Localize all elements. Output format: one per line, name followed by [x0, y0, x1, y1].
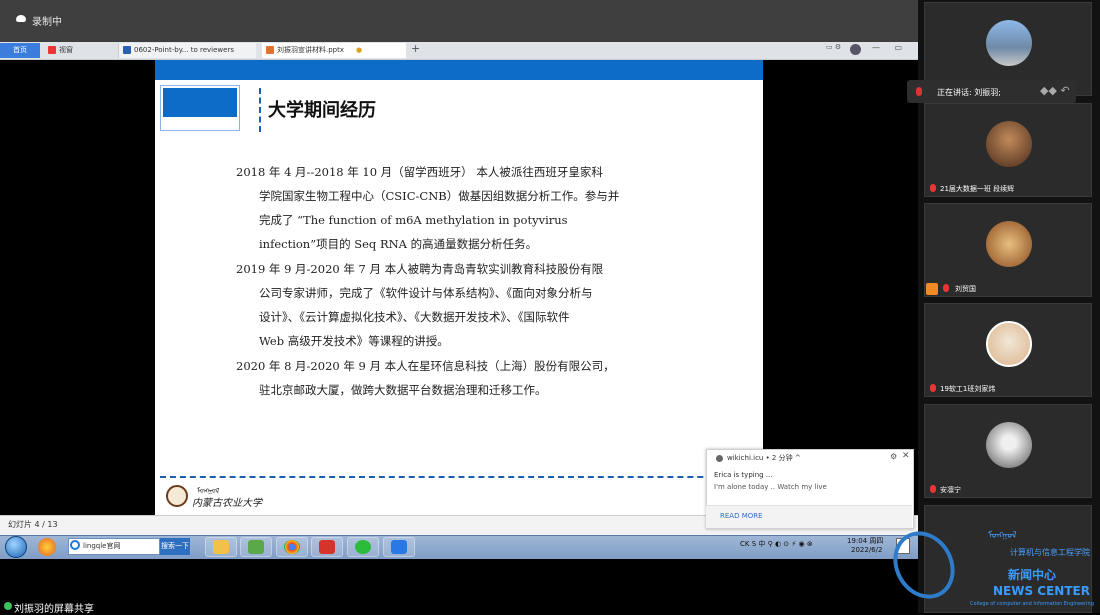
- participant-tile[interactable]: 刘贸国: [924, 203, 1092, 297]
- participant-tile[interactable]: 21届大数据一班 段续辉: [924, 103, 1092, 197]
- microphone-icon: [930, 184, 936, 192]
- close-icon[interactable]: ✕: [902, 451, 910, 461]
- notification-title: Erica is typing ...: [714, 471, 773, 479]
- avatar: [986, 221, 1032, 267]
- slide-text-line: 2020 年 8 月-2020 年 9 月 本人在星环信息科技（上海）股份有限公…: [236, 359, 615, 373]
- taskbar-app-wechat[interactable]: [347, 537, 379, 557]
- avatar: [986, 321, 1032, 367]
- tab-pptx[interactable]: 刘振羽宣讲材料.pptx ●: [262, 43, 406, 58]
- taskbar-app-meeting[interactable]: [383, 537, 415, 557]
- watermark-mongolian-script: ᠮᠣᠩᠭᠣᠯ: [988, 531, 1017, 541]
- slide-text-line: 学院国家生物工程中心（CSIC-CNB）做基因组数据分析工作。参与并: [259, 189, 620, 203]
- participant-tile[interactable]: 19软工1班刘家炜: [924, 303, 1092, 397]
- participant-name: 21届大数据一班 段续辉: [940, 185, 1015, 193]
- folder-icon: [213, 540, 229, 554]
- browser-icon[interactable]: [38, 538, 56, 556]
- gear-icon[interactable]: ⚙: [890, 452, 897, 461]
- slide-counter: 幻灯片 4 / 13: [8, 520, 58, 529]
- tab-status-dot-icon: ●: [356, 46, 363, 54]
- tab-video[interactable]: 视窗: [44, 43, 116, 58]
- read-more-button[interactable]: READ MORE: [720, 512, 763, 520]
- slide-text-line: 驻北京邮政大厦，做跨大数据平台数据治理和迁移工作。: [259, 383, 547, 397]
- wps-icon: [319, 540, 335, 554]
- slide-title: 大学期间经历: [268, 100, 376, 121]
- window-controls[interactable]: — ▭: [872, 43, 908, 52]
- recording-bar: [0, 0, 918, 42]
- bottom-banner: [0, 559, 918, 613]
- chrome-icon: [284, 540, 300, 554]
- slide-footer-divider: [160, 476, 763, 478]
- avatar: [986, 121, 1032, 167]
- taskbar-app-wps[interactable]: [311, 537, 343, 557]
- microphone-icon: [916, 87, 922, 96]
- avatar: [986, 20, 1032, 66]
- taskbar-app-notes[interactable]: [240, 537, 272, 557]
- cloud-icon: [16, 15, 26, 22]
- slide-text-line: 公司专家讲师，完成了《软件设计与体系结构》、《面向对象分析与: [259, 286, 593, 300]
- avatar: [986, 422, 1032, 468]
- meeting-icon: [391, 540, 407, 554]
- watermark-school: 计算机与信息工程学院: [1010, 548, 1090, 557]
- wechat-icon: [355, 540, 371, 554]
- slide-text-line: 设计》、《云计算虚拟化技术》、《大数据开发技术》、《国际软件: [259, 310, 570, 324]
- microphone-icon: [930, 384, 936, 392]
- watermark-subtitle: College of computer and Information Engi…: [970, 601, 1094, 607]
- tab-favicon-icon: [48, 46, 56, 54]
- search-input[interactable]: lingqle官网: [68, 538, 160, 555]
- tab-home[interactable]: 首页: [0, 43, 40, 58]
- site-icon: [716, 455, 723, 462]
- slide-text-line: 2018 年 4 月--2018 年 10 月（留学西班牙） 本人被派往西班牙皇…: [236, 165, 603, 179]
- new-tab-button[interactable]: +: [411, 42, 420, 55]
- profile-avatar[interactable]: [850, 44, 861, 55]
- recording-label: 录制中: [32, 17, 62, 28]
- hand-icon[interactable]: ◆◆ ↶: [1040, 84, 1070, 97]
- slide-text-line: 完成了 “The function of m6A methylation in …: [259, 213, 568, 227]
- slide-text-line: infection”项目的 Seq RNA 的高通量数据分析任务。: [259, 237, 538, 251]
- taskbar-app-explorer[interactable]: [205, 537, 237, 557]
- video-off-icon: [926, 283, 938, 295]
- participant-name: 安凛宁: [940, 486, 961, 494]
- notification-source: wikichi.icu • 2 分钟 ^: [727, 454, 801, 462]
- system-tray[interactable]: CK S 中 ⚲ ◐ ⊙ ⚡ ◉ ⊗: [740, 539, 813, 549]
- tab-favicon-icon: [123, 46, 131, 54]
- ie-icon: [70, 540, 80, 550]
- tab-list-icon[interactable]: ▭ ⚙: [826, 43, 841, 51]
- slide-text-line: Web 高级开发技术》等课程的讲授。: [259, 334, 449, 348]
- microphone-icon: [943, 284, 949, 292]
- share-icon: [4, 602, 12, 610]
- notification-body: I'm alone today .. Watch my live: [714, 483, 827, 491]
- participant-name: 19软工1班刘家炜: [940, 385, 996, 393]
- taskbar-app-chrome[interactable]: [276, 537, 308, 557]
- speaking-label: 正在讲话: 刘振羽;: [937, 88, 1001, 97]
- ppt-icon: [266, 46, 274, 54]
- slide-title-divider: [259, 88, 261, 132]
- university-seal-icon: [166, 485, 188, 507]
- slide-text-line: 2019 年 9 月-2020 年 7 月 本人被聘为青岛青软实训教育科技股份有…: [236, 262, 604, 276]
- start-button[interactable]: [5, 536, 27, 558]
- microphone-icon: [930, 485, 936, 493]
- watermark-english: NEWS CENTER: [993, 584, 1090, 598]
- participant-tile[interactable]: 安凛宁: [924, 404, 1092, 498]
- slide-title-block: [163, 88, 237, 117]
- notes-icon: [248, 540, 264, 554]
- tab-document[interactable]: 0602-Point-by... to reviewers: [118, 43, 256, 58]
- watermark-title: 新闻中心: [1008, 568, 1057, 582]
- browser-tab-strip: 首页 视窗 0602-Point-by... to reviewers 刘振羽宣…: [0, 42, 918, 60]
- search-button[interactable]: 搜索一下: [160, 538, 190, 555]
- university-name: 内蒙古农业大学: [192, 498, 262, 509]
- clock-time[interactable]: 19:04 周四: [847, 536, 883, 546]
- participant-name: 刘贸国: [955, 285, 976, 293]
- slide-header-band: [155, 60, 763, 80]
- clock-date[interactable]: 2022/6/2: [851, 546, 882, 554]
